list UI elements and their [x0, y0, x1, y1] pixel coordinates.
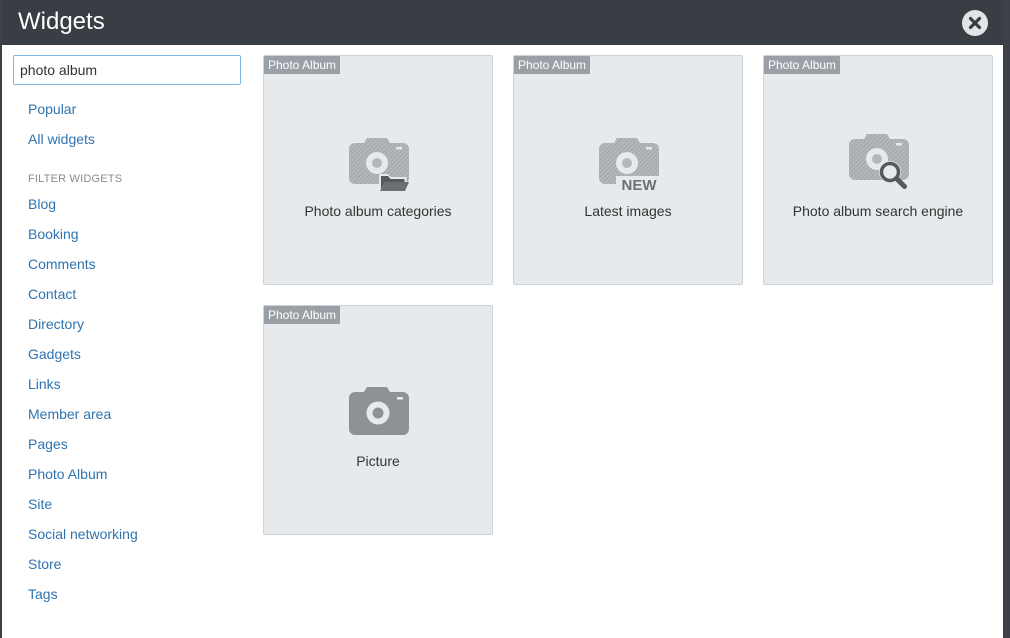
- widget-label: Photo album search engine: [792, 203, 964, 219]
- close-icon: [968, 16, 982, 30]
- widget-label: Picture: [356, 453, 400, 469]
- widget-sidebar: Popular All widgets FILTER WIDGETS Blog …: [2, 45, 257, 638]
- filter-blog[interactable]: Blog: [28, 195, 56, 213]
- filter-store[interactable]: Store: [28, 555, 61, 573]
- camera-search-icon: [849, 134, 909, 189]
- filter-photo-album[interactable]: Photo Album: [28, 465, 107, 483]
- filter-social-networking[interactable]: Social networking: [28, 525, 138, 543]
- filter-widgets-heading: FILTER WIDGETS: [28, 173, 123, 185]
- category-badge: Photo Album: [514, 56, 591, 74]
- widget-label: Latest images: [584, 203, 672, 219]
- filter-booking[interactable]: Booking: [28, 225, 79, 243]
- widget-card-picture[interactable]: Photo Album Picture: [263, 305, 493, 535]
- widget-label: Photo album categories: [304, 203, 452, 219]
- dialog-title: Widgets: [18, 8, 105, 35]
- camera-folder-icon: [349, 138, 409, 191]
- widget-card-photo-album-categories[interactable]: Photo Album Photo album categories: [263, 55, 493, 285]
- widgets-dialog: Widgets Popular All widgets FILTER WIDGE…: [2, 0, 1003, 638]
- nav-popular[interactable]: Popular: [28, 100, 76, 118]
- filter-contact[interactable]: Contact: [28, 285, 76, 303]
- widget-card-photo-album-search-engine[interactable]: Photo Album Photo album search engine: [763, 55, 993, 285]
- filter-tags[interactable]: Tags: [28, 585, 58, 603]
- camera-icon: [349, 387, 409, 435]
- filter-directory[interactable]: Directory: [28, 315, 84, 333]
- filter-member-area[interactable]: Member area: [28, 405, 111, 423]
- filter-gadgets[interactable]: Gadgets: [28, 345, 81, 363]
- filter-site[interactable]: Site: [28, 495, 52, 513]
- filter-links[interactable]: Links: [28, 375, 61, 393]
- widget-card-latest-images[interactable]: Photo Album NEW Latest images: [513, 55, 743, 285]
- nav-all-widgets[interactable]: All widgets: [28, 130, 95, 148]
- category-badge: Photo Album: [764, 56, 841, 74]
- dialog-header: Widgets: [2, 0, 1003, 45]
- widget-search-input[interactable]: [13, 55, 241, 85]
- close-button[interactable]: [962, 10, 988, 36]
- filter-pages[interactable]: Pages: [28, 435, 68, 453]
- new-badge-text: NEW: [622, 177, 658, 192]
- category-badge: Photo Album: [264, 306, 341, 324]
- camera-new-icon: NEW: [599, 138, 662, 192]
- filter-comments[interactable]: Comments: [28, 255, 96, 273]
- category-badge: Photo Album: [264, 56, 341, 74]
